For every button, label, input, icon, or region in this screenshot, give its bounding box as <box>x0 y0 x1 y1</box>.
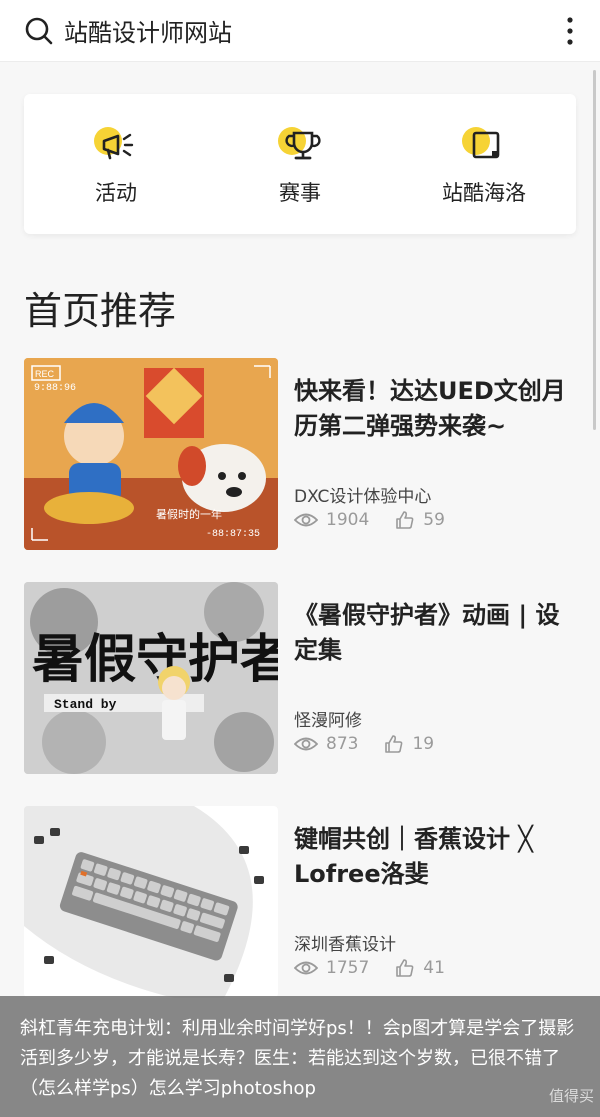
thumbs-up-icon[interactable] <box>395 510 415 530</box>
article-title[interactable]: 快来看！达达UED文创月历第二弹强势来袭~ <box>294 374 576 444</box>
eye-icon <box>294 513 318 527</box>
search-icon <box>25 17 53 44</box>
image-frame-icon <box>472 131 500 159</box>
article-card[interactable]: 键帽共创｜香蕉设计 ╳ Lofree洛斐 深圳香蕉设计 1757 41 <box>24 806 576 998</box>
like-count: 41 <box>423 958 445 978</box>
article-stats: 1757 41 <box>294 958 445 978</box>
category-label: 站酷海洛 <box>442 181 526 205</box>
eye-icon <box>294 737 318 751</box>
article-title[interactable]: 键帽共创｜香蕉设计 ╳ Lofree洛斐 <box>294 822 576 892</box>
search-query[interactable]: 站酷设计师网站 <box>64 13 560 48</box>
megaphone-icon <box>102 133 134 160</box>
article-author[interactable]: 深圳香蕉设计 <box>294 930 396 955</box>
like-count: 19 <box>412 734 435 754</box>
more-vertical-icon[interactable] <box>560 14 580 48</box>
thumb-title-text: 暑假守护者 <box>32 630 278 690</box>
thumb-subtitle-text: Stand by <box>54 697 117 712</box>
category-activity[interactable]: 活动 <box>41 121 191 207</box>
thumb-counter-label: -88:87:35 <box>206 529 260 540</box>
article-card[interactable]: REC 9:88:96 暑假时的一年 -88:87:35 快来看！达达UED文创… <box>24 358 576 550</box>
thumbs-up-icon[interactable] <box>384 734 404 754</box>
article-stats: 873 19 <box>294 734 434 754</box>
article-title[interactable]: 《暑假守护者》动画 | 设定集 <box>294 598 576 668</box>
article-author[interactable]: DXC设计体验中心 <box>294 482 431 507</box>
category-hellorf[interactable]: 站酷海洛 <box>409 121 559 207</box>
view-count: 1904 <box>326 510 370 530</box>
article-stats: 1904 59 <box>294 510 445 530</box>
category-label: 活动 <box>95 181 137 205</box>
scrollbar[interactable] <box>593 70 596 430</box>
like-count: 59 <box>423 510 445 530</box>
article-thumbnail <box>24 806 278 998</box>
category-card: 活动 赛事 站酷海洛 <box>24 94 576 234</box>
thumb-time-label: 9:88:96 <box>34 383 76 394</box>
ad-text[interactable]: 斜杠青年充电计划：利用业余时间学好ps！！会p图才算是学会了摄影活到多少岁，才能… <box>20 1014 580 1104</box>
ad-banner[interactable]: 斜杠青年充电计划：利用业余时间学好ps！！会p图才算是学会了摄影活到多少岁，才能… <box>0 996 600 1117</box>
trophy-icon <box>285 131 321 160</box>
view-count: 873 <box>326 734 359 754</box>
category-label: 赛事 <box>279 181 321 205</box>
section-title: 首页推荐 <box>24 289 177 333</box>
watermark: 值得买 <box>548 1087 594 1105</box>
article-card[interactable]: 暑假守护者 Stand by 《暑假守护者》动画 | 设定集 怪漫阿修 873 … <box>24 582 576 774</box>
view-count: 1757 <box>326 958 370 978</box>
article-thumbnail: 暑假守护者 Stand by <box>24 582 278 774</box>
category-competition[interactable]: 赛事 <box>225 121 375 207</box>
article-thumbnail: REC 9:88:96 暑假时的一年 -88:87:35 <box>24 358 278 550</box>
thumb-rec-label: REC <box>35 369 55 379</box>
eye-icon <box>294 961 318 975</box>
thumb-caption-label: 暑假时的一年 <box>156 507 222 521</box>
search-bar[interactable]: 站酷设计师网站 <box>0 0 600 62</box>
article-author[interactable]: 怪漫阿修 <box>294 706 362 731</box>
thumbs-up-icon[interactable] <box>395 958 415 978</box>
